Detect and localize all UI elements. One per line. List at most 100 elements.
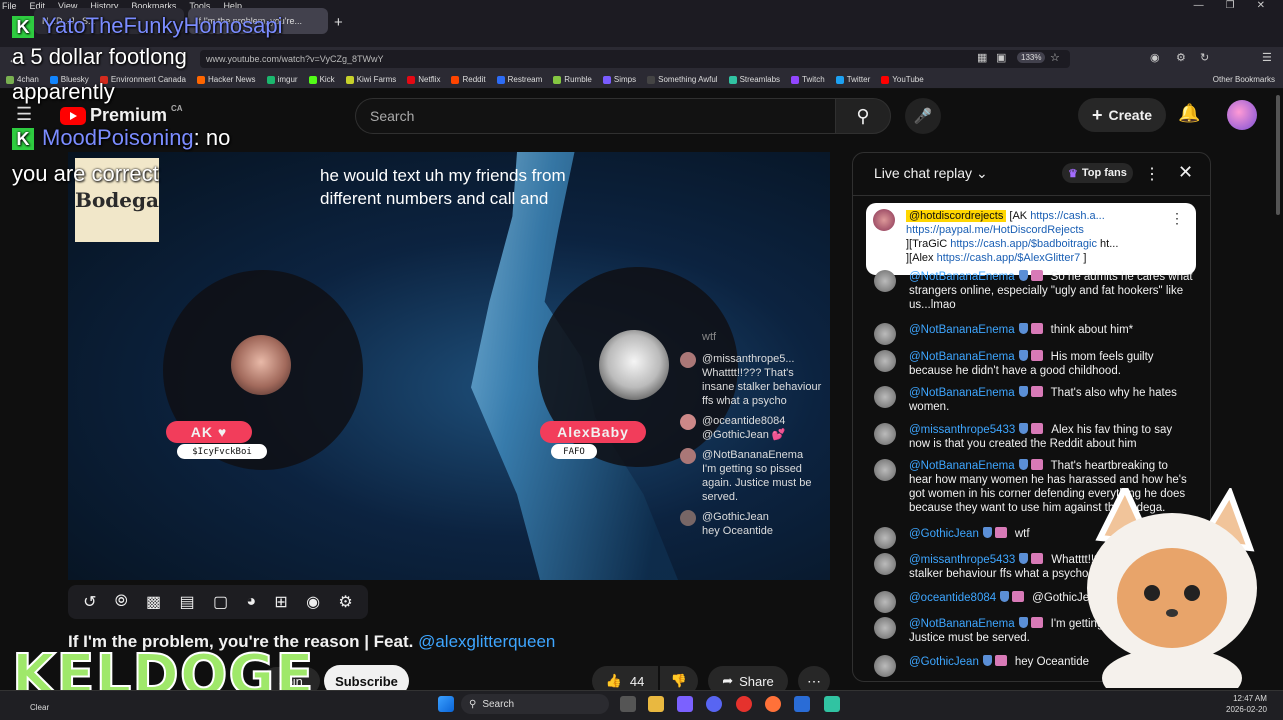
bookmark-item[interactable]: Streamlabs [728, 75, 780, 84]
member-badge-icon [1018, 350, 1028, 361]
minimize-icon[interactable]: — [1194, 0, 1204, 11]
file-explorer-icon[interactable] [648, 696, 664, 712]
zoom-level[interactable]: 133% [1017, 52, 1046, 63]
bookmark-favicon-icon [308, 75, 317, 84]
chat-username[interactable]: @NotBananaEnema [909, 387, 1015, 399]
live-chat-mode-dropdown[interactable]: Live chat replay ⌄ [874, 165, 988, 182]
firefox-icon[interactable] [765, 696, 781, 712]
restore-icon[interactable]: ❐ [1226, 0, 1235, 11]
new-tab-button[interactable]: + [334, 14, 343, 31]
speed-icon[interactable]: ◕ [246, 593, 256, 611]
video-chat-user: @oceantide8084 [702, 415, 786, 427]
extension-icon[interactable]: ◉ [1150, 51, 1160, 64]
bookmark-item[interactable]: Kick [308, 75, 335, 84]
search-icon: ⚲ [469, 698, 477, 710]
bookmark-favicon-icon [266, 75, 275, 84]
voice-search-button[interactable]: 🎤 [905, 98, 941, 134]
bookmark-item[interactable]: Hacker News [196, 75, 256, 84]
chat-username[interactable]: @GothicJean [909, 528, 979, 540]
miniplayer-icon[interactable]: ▢ [213, 592, 228, 612]
pinned-text: [AK [1009, 210, 1031, 222]
chat-avatar [874, 423, 896, 445]
youtube-logo[interactable]: Premium CA [60, 104, 183, 126]
chat-avatar [680, 414, 696, 430]
pinned-link[interactable]: https://cash.app/$AlexGlitter7 [937, 252, 1081, 264]
notifications-bell-icon[interactable]: 🔔 [1178, 103, 1200, 124]
menu-file[interactable]: File [0, 1, 17, 11]
loop-icon[interactable]: ↺ [83, 592, 96, 612]
chat-username[interactable]: @GothicJean [909, 656, 979, 668]
start-windows-icon[interactable] [438, 696, 454, 712]
bookmark-item[interactable]: Reddit [451, 75, 486, 84]
chat-username[interactable]: @missanthrope5433 [909, 424, 1015, 436]
url-bar[interactable]: www.youtube.com/watch?v=VyCZg_8TWwY [200, 50, 1070, 68]
featured-channel-link[interactable]: @alexglitterqueen [418, 632, 555, 651]
bookmark-item[interactable]: imgur [266, 75, 298, 84]
reader-icon[interactable]: ▦ [977, 51, 987, 64]
weather-widget[interactable]: Clear [30, 703, 49, 712]
sync-icon[interactable]: ↻ [1200, 51, 1209, 64]
subtitles-icon[interactable]: ▩ [146, 592, 161, 612]
video-chat-user: @NotBananaEnema [702, 449, 804, 461]
other-bookmarks[interactable]: Other Bookmarks [1213, 75, 1275, 84]
chat-text: wtf [1014, 528, 1030, 540]
bookmark-item[interactable]: Restream [496, 75, 542, 84]
app-menu-icon[interactable]: ☰ [1262, 51, 1272, 64]
pinned-link[interactable]: https://cash.app/$badboitragic [950, 238, 1097, 250]
add-clip-icon[interactable]: ⊞ [274, 592, 287, 612]
bookmark-item[interactable]: Twitter [835, 75, 870, 84]
bookmark-item[interactable]: Twitch [791, 75, 825, 84]
pinned-message: @hotdiscordrejects [AK https://cash.a...… [866, 203, 1196, 275]
video-chat-item: @oceantide8084 @GothicJean 💕 [680, 414, 822, 442]
chat-username[interactable]: @NotBananaEnema [909, 460, 1015, 472]
bookmark-item[interactable]: Simps [602, 75, 636, 84]
taskbar-search[interactable]: ⚲ Search [461, 694, 609, 714]
broadcast-icon[interactable]: ⦾ [115, 593, 128, 611]
bookmark-item[interactable]: Something Awful [647, 75, 718, 84]
host-left-avatar [231, 335, 291, 395]
bookmark-item[interactable]: Rumble [553, 75, 592, 84]
window-controls: — ❐ ✕ [1194, 0, 1283, 11]
account-avatar[interactable] [1227, 100, 1257, 130]
settings-gear-icon[interactable]: ⚙ [338, 592, 352, 612]
overlay-chat-line: K YatoTheFunkyHomosapi [12, 14, 283, 38]
app-icon-2[interactable] [794, 696, 810, 712]
thumbs-down-icon: 👎 [670, 673, 688, 688]
bookmark-item[interactable]: Kiwi Farms [345, 75, 396, 84]
chat-options-icon[interactable]: ⋮ [1144, 164, 1160, 184]
close-chat-icon[interactable]: ✕ [1178, 162, 1193, 183]
search-button[interactable]: ⚲ [835, 98, 891, 134]
top-fans-button[interactable]: ♛ Top fans [1062, 163, 1133, 183]
star-icon[interactable]: ☆ [1050, 51, 1060, 64]
thumbs-up-icon: 👍 [605, 673, 622, 688]
pip-icon[interactable]: ▣ [996, 51, 1006, 64]
pinned-link[interactable]: https://paypal.me/HotDiscordRejects [906, 224, 1084, 236]
create-button[interactable]: + Create [1078, 98, 1166, 132]
menu-icon[interactable]: ☰ [16, 104, 32, 125]
pinned-link[interactable]: https://cash.a... [1030, 210, 1105, 222]
screenshot-icon[interactable]: ◉ [306, 592, 320, 612]
bookmark-item[interactable]: Netflix [407, 75, 440, 84]
chat-avatar [874, 386, 896, 408]
chat-username[interactable]: @NotBananaEnema [909, 351, 1015, 363]
search-input[interactable]: Search [355, 98, 835, 134]
puzzle-icon[interactable]: ⚙ [1176, 51, 1186, 64]
pinned-user[interactable]: @hotdiscordrejects [906, 210, 1007, 222]
bookmark-item[interactable]: YouTube [881, 75, 924, 84]
streamlabs-icon[interactable] [824, 696, 840, 712]
chat-username[interactable]: @NotBananaEnema [909, 324, 1015, 336]
discord-icon[interactable] [706, 696, 722, 712]
chat-username[interactable]: @NotBananaEnema [909, 618, 1015, 630]
system-clock[interactable]: 12:47 AM 2026-02-20 [1226, 693, 1267, 715]
chat-username[interactable]: @oceantide8084 [909, 592, 996, 604]
chat-username[interactable]: @NotBananaEnema [909, 271, 1015, 283]
pinned-more-icon[interactable]: ⋮ [1170, 210, 1184, 227]
close-window-icon[interactable]: ✕ [1257, 0, 1265, 11]
clapper-icon[interactable]: ▤ [179, 592, 194, 612]
task-view-icon[interactable] [620, 696, 636, 712]
page-scrollbar[interactable] [1276, 95, 1280, 215]
chat-username[interactable]: @missanthrope5433 [909, 554, 1015, 566]
app-icon[interactable] [736, 696, 752, 712]
bookmark-label: Hacker News [207, 75, 256, 84]
copilot-icon[interactable] [677, 696, 693, 712]
